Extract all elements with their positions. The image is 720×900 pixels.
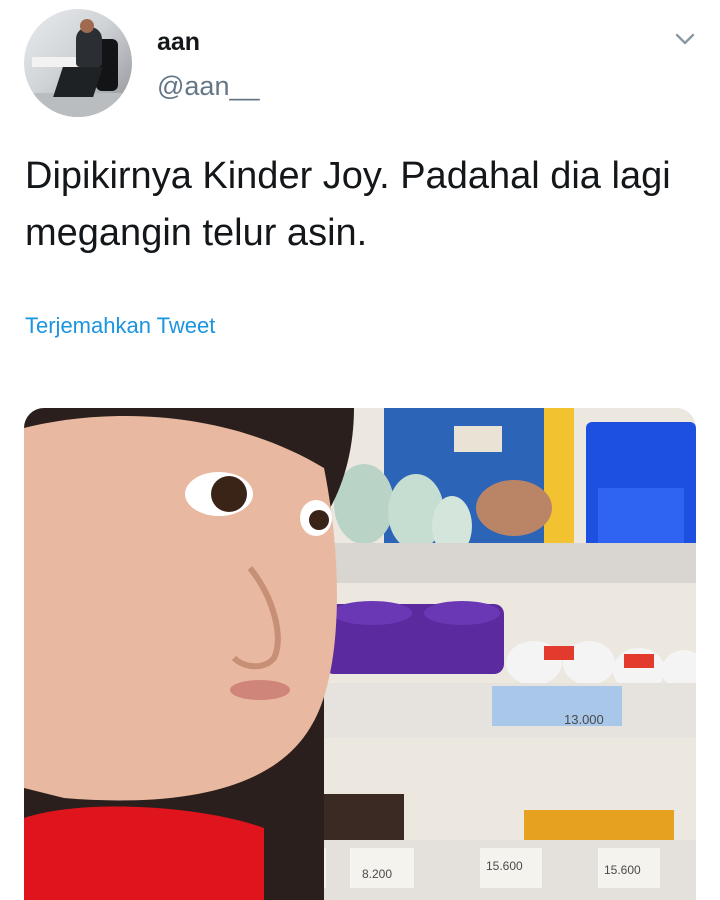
girl-face [24,416,337,801]
girl-iris [309,510,329,530]
shelf [314,543,696,583]
translate-tweet-link[interactable]: Terjemahkan Tweet [25,313,215,339]
girl-lips [230,680,290,700]
avatar-person [76,27,102,67]
kinder-label [544,646,574,660]
avatar-head [80,19,94,33]
uniform-badge [454,426,502,452]
tweet-photo[interactable]: 13.000 200 8.200 15.600 15.600 [24,408,696,900]
avatar[interactable] [24,9,132,117]
photo-scene: 13.000 200 8.200 15.600 15.600 [24,408,696,900]
tweet-text: Dipikirnya Kinder Joy. Padahal dia lagi … [25,155,671,254]
girl-iris [211,476,247,512]
tub-lid [424,601,500,625]
tub-lid [332,601,412,625]
price-tag: 15.600 [486,859,523,873]
shopkeeper-hand [476,480,552,536]
chevron-down-icon[interactable] [672,26,698,52]
girl-shirt [24,806,264,900]
price-tag: 8.200 [362,867,392,881]
price-tag: 13.000 [564,712,604,727]
kinder-label [624,654,654,668]
display-name[interactable]: aan [157,28,200,57]
price-tag: 15.600 [604,863,641,877]
user-handle[interactable]: @aan__ [157,71,260,102]
